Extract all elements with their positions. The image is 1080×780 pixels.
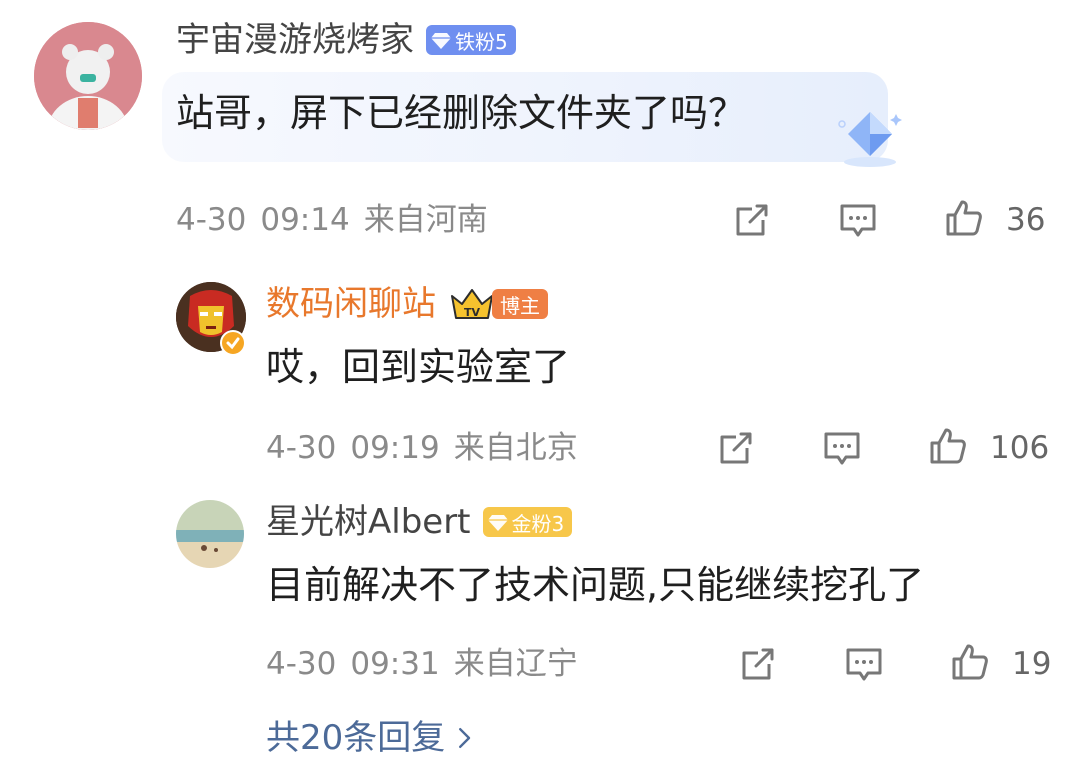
comment-location: 来自辽宁 <box>453 646 578 682</box>
comment-meta: 4-30 09:31 来自辽宁 <box>266 646 578 682</box>
comment-time: 09:31 <box>350 646 440 682</box>
comment-location: 来自河南 <box>363 202 488 238</box>
crystal-decoration-icon <box>838 112 902 167</box>
like-count: 36 <box>1006 202 1046 238</box>
badge-label: 金粉3 <box>511 511 565 536</box>
comment-date: 4-30 <box>176 202 247 238</box>
username[interactable]: 宇宙漫游烧烤家 <box>176 20 414 60</box>
comment-location: 来自北京 <box>453 430 578 466</box>
thumb-up-icon[interactable] <box>944 198 984 238</box>
comment-icon[interactable] <box>838 200 878 240</box>
share-icon[interactable] <box>732 200 772 240</box>
fan-level-badge: 金粉3 <box>482 507 573 537</box>
comment-time: 09:14 <box>260 202 350 238</box>
comment-meta: 4-30 09:19 来自北京 <box>266 430 578 466</box>
thumb-up-icon[interactable] <box>950 642 990 682</box>
comment-date: 4-30 <box>266 646 337 682</box>
like-count: 19 <box>1012 646 1052 682</box>
diamond-icon <box>487 515 508 531</box>
username[interactable]: 星光树Albert <box>266 502 471 542</box>
chevron-right-icon <box>459 728 471 748</box>
svg-text:TV: TV <box>464 306 481 319</box>
thumb-up-icon[interactable] <box>928 426 968 466</box>
badge-label: 博主 <box>500 293 540 318</box>
like-count: 106 <box>990 430 1050 466</box>
crown-icon: TV <box>451 289 493 319</box>
comment-text: 哎，回到实验室了 <box>266 345 571 389</box>
diamond-icon <box>431 33 451 49</box>
comment-meta: 4-30 09:14 来自河南 <box>176 202 488 238</box>
more-replies-link[interactable]: 共20条回复 <box>266 718 473 758</box>
comment-text: 站哥，屏下已经删除文件夹了吗？ <box>176 91 747 135</box>
more-replies-label: 共20条回复 <box>266 718 446 758</box>
comment-icon[interactable] <box>822 428 862 468</box>
crown-badge: TV 博主 <box>448 286 548 322</box>
comment-icon[interactable] <box>844 644 884 684</box>
comment-date: 4-30 <box>266 430 337 466</box>
comment-time: 09:19 <box>350 430 440 466</box>
avatar[interactable] <box>34 22 142 130</box>
fan-level-badge: 铁粉5 <box>426 25 516 55</box>
share-icon[interactable] <box>716 428 756 468</box>
comment-text: 目前解决不了技术问题,只能继续挖孔了 <box>266 563 925 607</box>
badge-label: 铁粉5 <box>455 29 508 54</box>
username[interactable]: 数码闲聊站 <box>266 284 436 324</box>
share-icon[interactable] <box>738 644 778 684</box>
verified-icon <box>220 330 246 356</box>
blogger-badge: 博主 <box>492 289 548 319</box>
avatar[interactable] <box>176 500 244 568</box>
